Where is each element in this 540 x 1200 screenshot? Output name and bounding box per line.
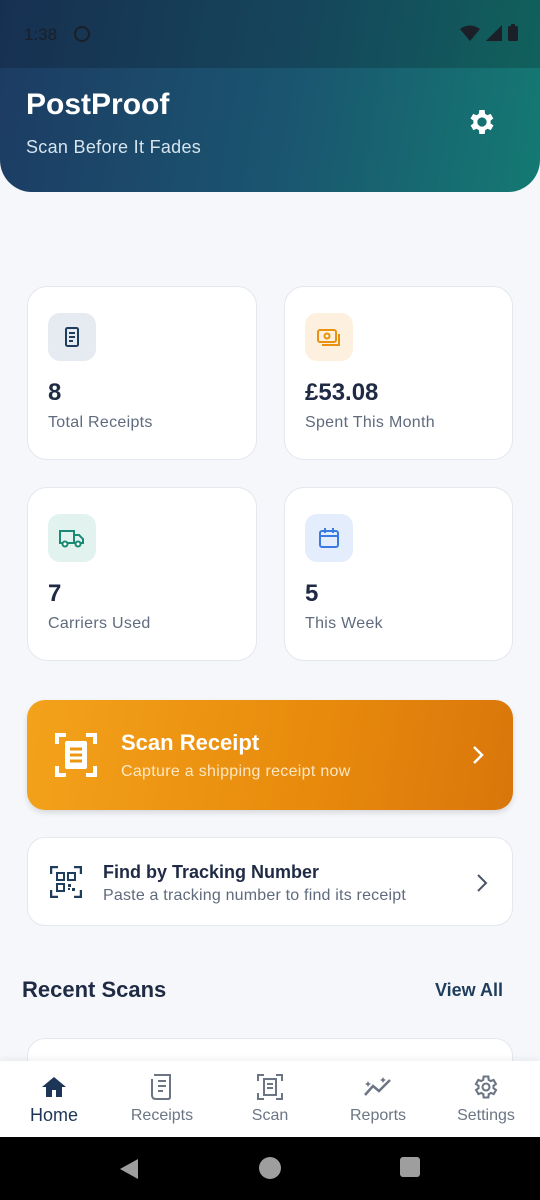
scan-receipt-button[interactable]: Scan Receipt Capture a shipping receipt … xyxy=(27,700,513,810)
find-by-tracking-button[interactable]: Find by Tracking Number Paste a tracking… xyxy=(27,837,513,926)
qr-code-icon xyxy=(50,866,82,898)
stat-card-carriers-used[interactable]: 7 Carriers Used xyxy=(27,487,257,661)
stat-label: Total Receipts xyxy=(48,414,153,431)
scan-icon xyxy=(257,1074,283,1100)
nav-item-scan[interactable]: Scan xyxy=(216,1061,324,1137)
nav-item-receipts[interactable]: Receipts xyxy=(108,1061,216,1137)
receipt-icon xyxy=(65,327,79,347)
nav-label: Settings xyxy=(457,1107,515,1124)
stat-icon-tile xyxy=(305,514,353,562)
system-navigation-bar xyxy=(0,1137,540,1200)
wifi-icon xyxy=(460,25,480,41)
stat-card-spent-this-month[interactable]: £53.08 Spent This Month xyxy=(284,286,513,460)
receipt-icon xyxy=(151,1074,171,1100)
tracking-subtitle: Paste a tracking number to find its rece… xyxy=(103,887,406,904)
status-icons xyxy=(460,24,518,41)
signal-icon xyxy=(486,24,502,41)
nav-item-settings[interactable]: Settings xyxy=(432,1061,540,1137)
calendar-icon xyxy=(319,528,339,548)
stat-icon-tile xyxy=(305,313,353,361)
app-header: 1:38 PostProof Scan Before It Fades xyxy=(0,0,540,192)
nav-label: Home xyxy=(29,1105,78,1125)
stat-value: 7 xyxy=(48,580,62,607)
stat-value: 5 xyxy=(305,580,319,607)
scan-receipt-subtitle: Capture a shipping receipt now xyxy=(121,763,351,780)
notification-icon xyxy=(74,26,90,42)
scan-document-icon xyxy=(55,733,97,777)
home-icon xyxy=(42,1077,66,1097)
app-title: PostProof xyxy=(26,88,170,121)
nav-item-reports[interactable]: Reports xyxy=(324,1061,432,1137)
battery-icon xyxy=(508,24,518,41)
nav-label: Scan xyxy=(251,1107,289,1124)
stat-label: This Week xyxy=(305,615,383,632)
chevron-right-icon xyxy=(477,874,488,892)
chart-icon xyxy=(364,1077,391,1096)
home-button-icon[interactable] xyxy=(259,1157,281,1179)
stat-card-this-week[interactable]: 5 This Week xyxy=(284,487,513,661)
nav-label: Reports xyxy=(349,1107,407,1124)
stat-card-total-receipts[interactable]: 8 Total Receipts xyxy=(27,286,257,460)
gear-icon xyxy=(474,1075,498,1099)
status-time: 1:38 xyxy=(24,25,58,44)
stat-icon-tile xyxy=(48,313,96,361)
back-icon[interactable] xyxy=(119,1158,139,1180)
nav-label: Receipts xyxy=(130,1107,194,1124)
tracking-title: Find by Tracking Number xyxy=(103,862,320,882)
settings-gear-icon[interactable] xyxy=(466,106,498,138)
money-icon xyxy=(317,329,340,346)
stat-value: 8 xyxy=(48,379,62,406)
scan-receipt-title: Scan Receipt xyxy=(121,730,260,755)
truck-icon xyxy=(59,530,84,548)
stat-value: £53.08 xyxy=(305,379,379,406)
bottom-navigation: Home Receipts Scan Reports Settings xyxy=(0,1061,540,1137)
recent-apps-icon[interactable] xyxy=(400,1157,420,1177)
recent-scans-heading: Recent Scans xyxy=(22,977,167,1002)
nav-item-home[interactable]: Home xyxy=(0,1061,108,1137)
stat-label: Spent This Month xyxy=(305,414,435,431)
status-bar: 1:38 xyxy=(0,0,540,68)
stat-icon-tile xyxy=(48,514,96,562)
view-all-link[interactable]: View All xyxy=(435,980,503,1001)
app-subtitle: Scan Before It Fades xyxy=(26,137,202,157)
chevron-right-icon xyxy=(473,746,484,764)
stat-label: Carriers Used xyxy=(48,615,151,632)
